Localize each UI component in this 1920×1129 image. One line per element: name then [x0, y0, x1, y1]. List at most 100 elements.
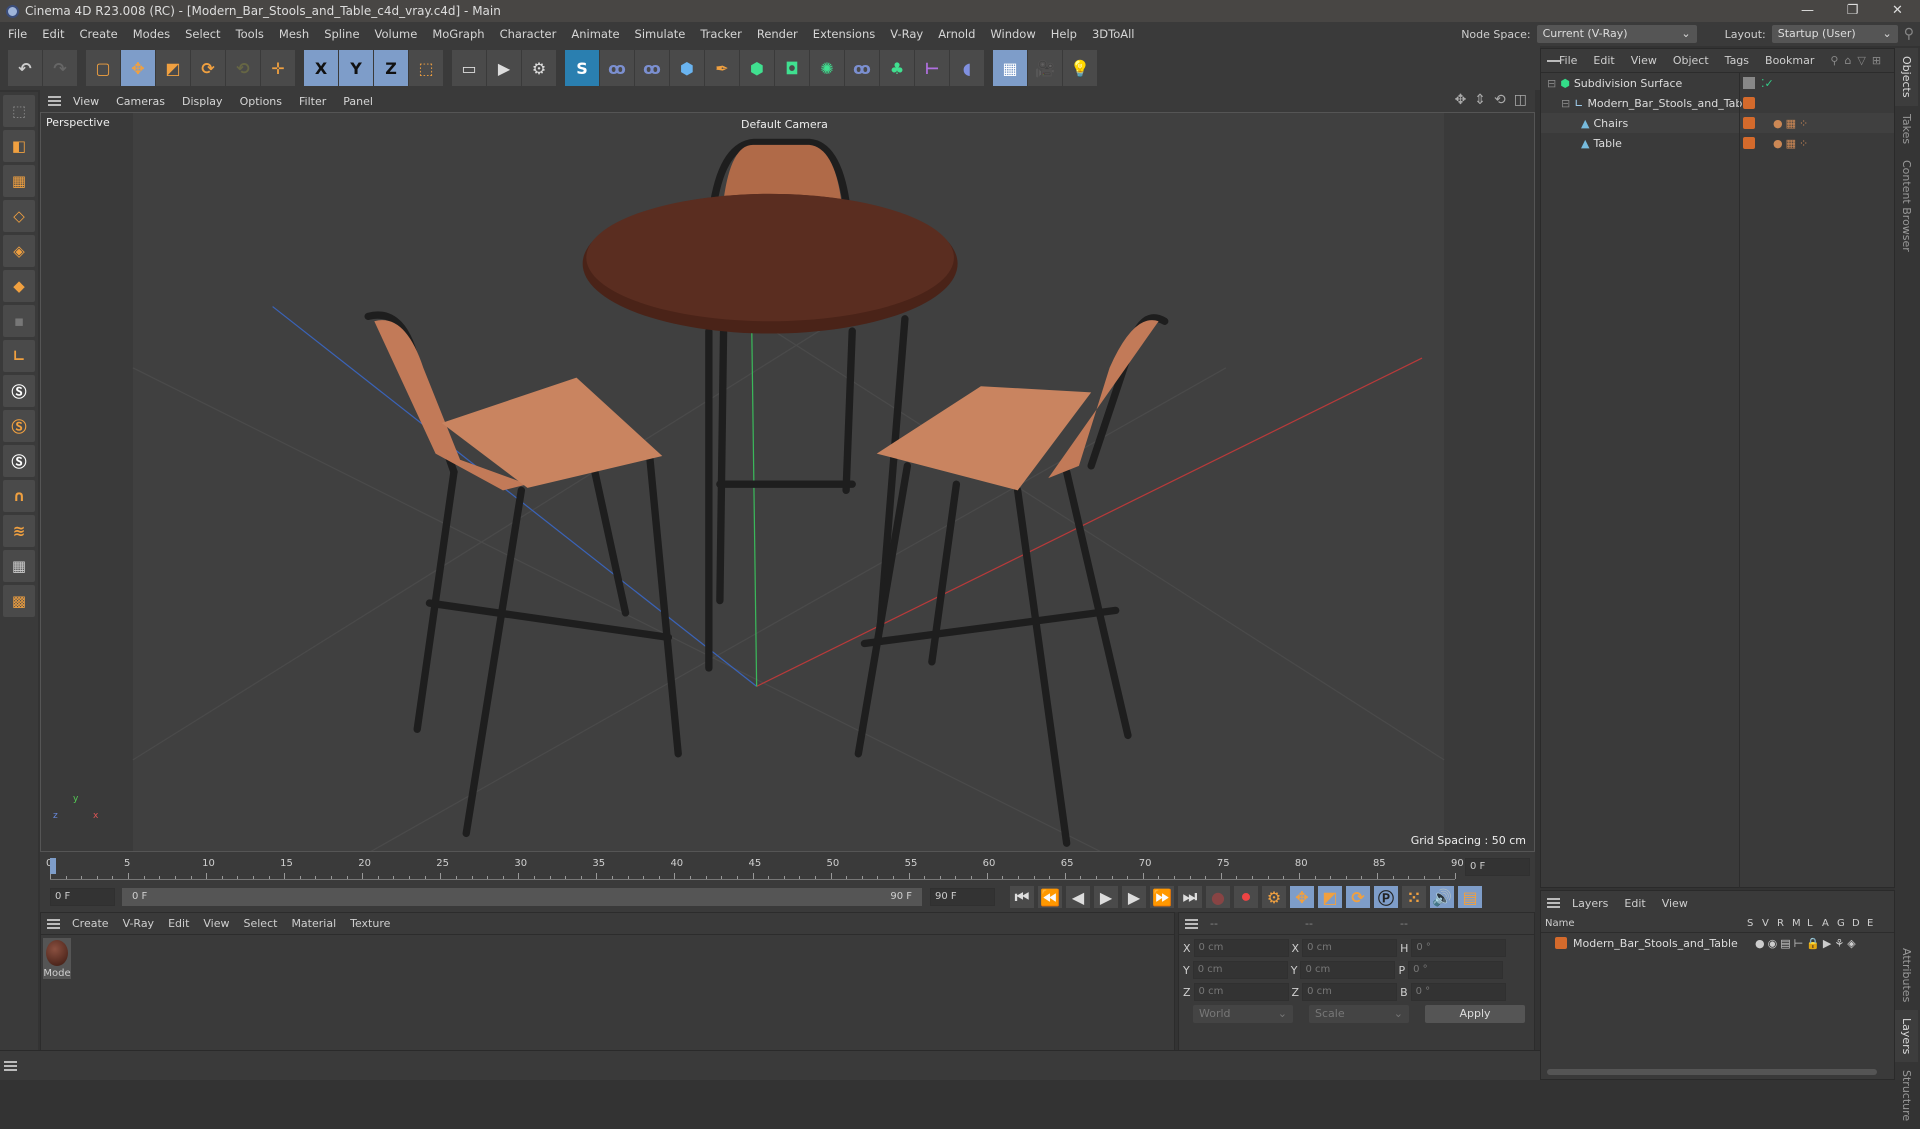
keyframe-selection-icon[interactable]: ⚙ [1262, 886, 1286, 908]
step-forward-icon[interactable]: ▶ [1122, 886, 1146, 908]
layer-color-swatch[interactable] [1743, 97, 1755, 109]
go-to-start-icon[interactable]: ⏮ [1010, 886, 1034, 908]
play-icon[interactable]: ▶ [1094, 886, 1118, 908]
python-button-2[interactable]: ꝏ [635, 50, 669, 86]
solo-icon[interactable]: Ⓢ [3, 375, 35, 407]
3d-viewport[interactable]: Perspective Default Camera Grid Spacing … [40, 112, 1535, 852]
light-button[interactable]: 💡 [1063, 50, 1097, 86]
tab-structure[interactable]: Structure [1895, 1062, 1918, 1129]
menu-extensions[interactable]: Extensions [813, 27, 875, 41]
render-settings-button[interactable]: ⚙ [522, 50, 556, 86]
key-rotation-icon[interactable]: ⟳ [1346, 886, 1370, 908]
move-tool-button[interactable]: ✥ [121, 50, 155, 86]
menu-simulate[interactable]: Simulate [635, 27, 686, 41]
extrude-button[interactable]: ◘ [775, 50, 809, 86]
rotate-view-icon[interactable]: ⟲ [1494, 92, 1506, 108]
menu-file[interactable]: File [8, 27, 27, 41]
menu-render[interactable]: Render [757, 27, 798, 41]
mat-menu-create[interactable]: Create [72, 917, 109, 930]
mat-menu-material[interactable]: Material [291, 917, 336, 930]
obj-menu-tags[interactable]: Tags [1725, 54, 1749, 67]
redo-button[interactable]: ↷ [43, 50, 77, 86]
transform-button[interactable]: ✛ [261, 50, 295, 86]
obj-menu-view[interactable]: View [1631, 54, 1657, 67]
current-frame-field[interactable]: 0 F [1465, 858, 1530, 876]
obj-menu-edit[interactable]: Edit [1593, 54, 1614, 67]
x-axis-button[interactable]: X [304, 50, 338, 86]
range-slider[interactable]: 0 F 90 F [122, 888, 922, 906]
rotation-h-field[interactable]: 0 ° [1411, 939, 1507, 957]
render-picture-viewer-button[interactable]: ▶ [487, 50, 521, 86]
layer-color-swatch[interactable] [1743, 117, 1755, 129]
mat-menu-vray[interactable]: V-Ray [123, 917, 155, 930]
layers-menu-edit[interactable]: Edit [1624, 897, 1645, 910]
key-parameter-icon[interactable]: Ⓟ [1374, 886, 1398, 908]
psr-button[interactable]: ⟲ [226, 50, 260, 86]
solo-hierarchy-icon[interactable]: Ⓢ [3, 410, 35, 442]
menu-create[interactable]: Create [80, 27, 118, 41]
make-editable-icon[interactable]: ⬚ [3, 95, 35, 127]
hamburger-icon[interactable] [47, 918, 60, 929]
python-button-1[interactable]: ꝏ [600, 50, 634, 86]
mat-menu-edit[interactable]: Edit [168, 917, 189, 930]
menu-help[interactable]: Help [1051, 27, 1077, 41]
coord-system-dropdown[interactable]: World ⌄ [1193, 1005, 1293, 1023]
coord-type-dropdown[interactable]: Scale ⌄ [1309, 1005, 1409, 1023]
y-axis-button[interactable]: Y [339, 50, 373, 86]
position-x-field[interactable]: 0 cm [1193, 939, 1289, 957]
menu-select[interactable]: Select [185, 27, 220, 41]
layers-menu-layers[interactable]: Layers [1572, 897, 1608, 910]
go-to-end-icon[interactable]: ⏭ [1178, 886, 1202, 908]
search-icon[interactable]: ⚲ [1904, 26, 1914, 42]
hamburger-icon[interactable] [4, 1061, 17, 1071]
step-back-icon[interactable]: ◀ [1066, 886, 1090, 908]
timeline-ruler[interactable]: 051015202530354045505560657075808590 [46, 856, 1464, 880]
layer-color-swatch[interactable] [1743, 137, 1755, 149]
close-button[interactable]: ✕ [1875, 0, 1920, 22]
key-scale-icon[interactable]: ◩ [1318, 886, 1342, 908]
size-z-field[interactable]: 0 cm [1302, 983, 1398, 1001]
end-frame-field[interactable]: 90 F [930, 888, 995, 906]
rotate-tool-button[interactable]: ⟳ [191, 50, 225, 86]
scale-tool-button[interactable]: ◩ [156, 50, 190, 86]
sound-icon[interactable]: 🔊 [1430, 886, 1454, 908]
solo-off-icon[interactable]: Ⓢ [3, 445, 35, 477]
camera-button[interactable]: 🎥 [1028, 50, 1062, 86]
viewport-menu-options[interactable]: Options [240, 95, 282, 108]
film-icon[interactable]: ▤ [1458, 886, 1482, 908]
grid-snap-icon[interactable]: ▦ [3, 550, 35, 582]
obj-menu-object[interactable]: Object [1673, 54, 1709, 67]
bend-button[interactable]: ◖ [950, 50, 984, 86]
material-tags-icon[interactable]: ●▦⁘ [1773, 137, 1811, 150]
menu-tools[interactable]: Tools [236, 27, 264, 41]
obj-toolbar-icons[interactable]: ⚲⌂▽⊞ [1830, 54, 1887, 67]
key-position-icon[interactable]: ✥ [1290, 886, 1314, 908]
tree-item-modern-bar-stools[interactable]: ⊟ ∟ Modern_Bar_Stools_and_Table [1541, 93, 1894, 113]
locked-workplane-icon[interactable]: ▩ [3, 585, 35, 617]
hamburger-icon[interactable] [1547, 898, 1560, 908]
menu-spline[interactable]: Spline [324, 27, 359, 41]
menu-character[interactable]: Character [500, 27, 557, 41]
pen-tool-button[interactable]: ✒ [705, 50, 739, 86]
menu-mograph[interactable]: MoGraph [432, 27, 484, 41]
menu-vray[interactable]: V-Ray [890, 27, 923, 41]
enabled-check-icon[interactable]: ⁚✓ [1761, 77, 1774, 90]
mograph-cloner-button[interactable]: ✺ [810, 50, 844, 86]
menu-window[interactable]: Window [990, 27, 1035, 41]
position-z-field[interactable]: 0 cm [1193, 983, 1289, 1001]
z-axis-button[interactable]: Z [374, 50, 408, 86]
pan-view-icon[interactable]: ✥ [1455, 92, 1467, 108]
obj-menu-bookmarks[interactable]: Bookmar [1765, 54, 1814, 67]
menu-animate[interactable]: Animate [571, 27, 619, 41]
restore-button[interactable]: ❐ [1830, 0, 1875, 22]
apply-button[interactable]: Apply [1425, 1005, 1525, 1023]
menu-edit[interactable]: Edit [42, 27, 64, 41]
material-swatch[interactable]: Mode [43, 938, 71, 979]
collapse-icon[interactable]: ⊟ [1561, 97, 1570, 110]
python-generator-button[interactable]: ꝏ [845, 50, 879, 86]
mat-menu-select[interactable]: Select [244, 917, 278, 930]
key-pla-icon[interactable]: ⁙ [1402, 886, 1426, 908]
axis-mode-icon[interactable]: ∟ [3, 340, 35, 372]
menu-3dtoall[interactable]: 3DToAll [1092, 27, 1135, 41]
texture-mode-icon[interactable]: ▦ [3, 165, 35, 197]
